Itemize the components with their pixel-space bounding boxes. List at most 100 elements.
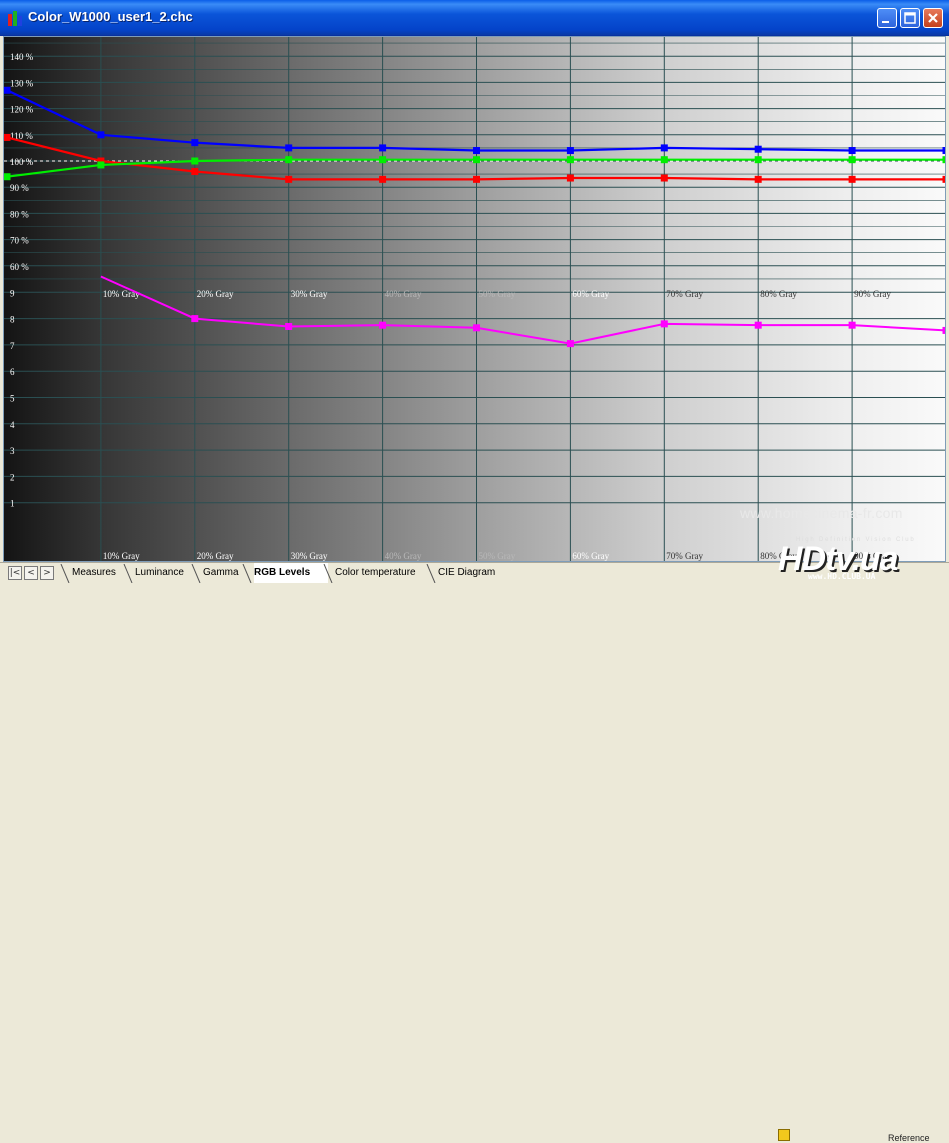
- x-tick-label: 90% Gray: [854, 289, 891, 299]
- data-point: [754, 321, 762, 329]
- prev-tab-button[interactable]: <: [24, 566, 38, 580]
- data-point: [473, 156, 480, 164]
- data-point: [97, 131, 105, 139]
- y-tick-label: 2: [10, 472, 15, 482]
- x-tick-label: 10% Gray: [103, 551, 140, 561]
- next-tab-button[interactable]: >: [40, 566, 54, 580]
- data-point: [285, 322, 293, 330]
- data-point: [379, 144, 387, 152]
- tab-separator: [242, 564, 252, 583]
- x-tick-label: 30% Gray: [291, 289, 328, 299]
- data-point: [473, 175, 480, 183]
- data-point: [566, 147, 574, 155]
- data-point: [97, 161, 105, 169]
- data-point: [191, 139, 199, 147]
- y-tick-label: 8: [10, 315, 15, 325]
- tab-luminance[interactable]: Luminance: [135, 563, 195, 583]
- tab-color-temperature[interactable]: Color temperature: [335, 563, 429, 583]
- maximize-icon: [904, 12, 916, 24]
- first-tab-button[interactable]: |<: [8, 566, 22, 580]
- reference-label: Reference: [888, 1133, 930, 1143]
- rgb-levels-chart: 60 %70 %80 %90 %100 %110 %120 %130 %140 …: [4, 37, 945, 561]
- tab-cie-diagram[interactable]: CIE Diagram: [438, 563, 500, 583]
- y-tick-label: 6: [10, 367, 15, 377]
- close-button[interactable]: [923, 8, 943, 28]
- data-point: [660, 144, 668, 152]
- logo-url: www.HD.CLUB.UA: [808, 572, 876, 581]
- data-point: [848, 147, 856, 155]
- x-tick-label: 20% Gray: [197, 551, 234, 561]
- y-tick-label: 5: [10, 394, 15, 404]
- x-tick-label: 40% Gray: [385, 551, 422, 561]
- y-tick-label: 3: [10, 446, 15, 456]
- title-bar[interactable]: Color_W1000_user1_2.chc: [0, 0, 949, 36]
- reference-icon: [778, 1129, 790, 1141]
- data-point: [285, 156, 293, 164]
- y-tick-label: 90 %: [10, 183, 29, 193]
- data-point: [754, 156, 762, 164]
- data-point: [754, 175, 762, 183]
- watermark: www.homecinema-fr.com: [740, 505, 903, 521]
- tab-separator: [323, 564, 333, 583]
- data-point: [754, 145, 762, 153]
- data-point: [379, 321, 387, 329]
- x-tick-label: 50% Gray: [479, 289, 516, 299]
- x-tick-label: 70% Gray: [666, 289, 703, 299]
- data-point: [566, 156, 574, 164]
- data-point: [379, 156, 387, 164]
- x-tick-label: 20% Gray: [197, 289, 234, 299]
- data-point: [473, 147, 480, 155]
- y-tick-label: 130 %: [10, 78, 34, 88]
- chart-area: 60 % 70 % 80 % 90 % 100 % 110 % 120 % 130 % 140 …: [3, 36, 946, 562]
- data-point: [473, 324, 480, 332]
- tab-separator: [426, 564, 436, 583]
- hdtv-logo: High Definition Vision Club HDtv.ua www.…: [778, 537, 946, 584]
- tab-measures[interactable]: Measures: [72, 563, 128, 583]
- data-point: [660, 320, 668, 328]
- x-tick-label: 80% Gray: [760, 289, 797, 299]
- tab-separator: [60, 564, 70, 583]
- y-tick-label: 9: [10, 288, 15, 298]
- x-tick-label: 50% Gray: [479, 551, 516, 561]
- y-tick-label: 70 %: [10, 236, 29, 246]
- app-icon: [8, 11, 22, 26]
- data-point: [942, 326, 945, 334]
- y-tick-label: 120 %: [10, 105, 34, 115]
- y-tick-label: 60 %: [10, 262, 29, 272]
- y-tick-label: 100 %: [10, 157, 34, 167]
- tab-separator: [123, 564, 133, 583]
- data-point: [191, 157, 199, 165]
- tab-separator: [191, 564, 201, 583]
- data-point: [660, 156, 668, 164]
- data-point: [4, 86, 11, 94]
- y-tick-label: 7: [10, 341, 15, 351]
- x-tick-label: 30% Gray: [291, 551, 328, 561]
- y-tick-label: 1: [10, 499, 15, 509]
- y-tick-label: 80 %: [10, 209, 29, 219]
- gray-gradient-background: [4, 37, 945, 561]
- x-tick-label: 10% Gray: [103, 289, 140, 299]
- data-point: [942, 147, 945, 155]
- data-point: [4, 133, 11, 141]
- data-point: [285, 175, 293, 183]
- x-tick-label: 60% Gray: [572, 289, 609, 299]
- data-point: [191, 315, 199, 323]
- minimize-button[interactable]: [877, 8, 897, 28]
- tab-rgb-levels[interactable]: RGB Levels: [254, 563, 328, 583]
- window-title: Color_W1000_user1_2.chc: [28, 9, 193, 24]
- maximize-button[interactable]: [900, 8, 920, 28]
- data-point: [285, 144, 293, 152]
- close-icon: [928, 13, 938, 23]
- y-tick-label: 4: [10, 420, 15, 430]
- data-point: [566, 174, 574, 182]
- x-tick-label: 60% Gray: [572, 551, 609, 561]
- x-tick-label: 40% Gray: [385, 289, 422, 299]
- data-point: [660, 174, 668, 182]
- minimize-icon: [882, 21, 889, 23]
- y-tick-label: 140 %: [10, 52, 34, 62]
- data-point: [848, 175, 856, 183]
- data-point: [4, 173, 11, 181]
- data-point: [379, 175, 387, 183]
- data-point: [942, 156, 945, 164]
- tab-gamma[interactable]: Gamma: [203, 563, 247, 583]
